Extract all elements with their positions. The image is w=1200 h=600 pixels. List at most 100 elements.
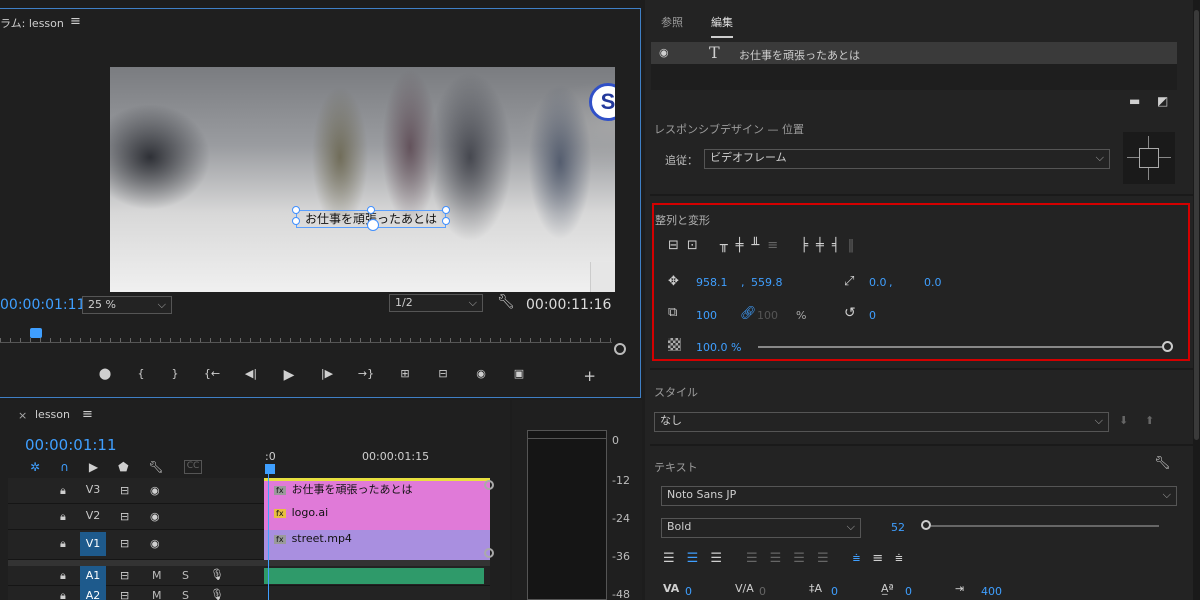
opacity-value[interactable]: 100.0 % [696, 341, 741, 354]
clip-title[interactable]: fx お仕事を頑張ったあとは [264, 478, 490, 504]
lock-icon[interactable]: 🔒︎ [60, 510, 66, 524]
solo-button[interactable]: S [182, 589, 189, 600]
captions-icon[interactable]: CC [183, 460, 203, 474]
eye-icon[interactable]: ◉ [150, 484, 160, 497]
resize-handle[interactable] [292, 206, 300, 214]
sync-lock-icon[interactable]: ⊟ [120, 537, 129, 550]
align-vertical-center-icon[interactable]: ⊟ [668, 238, 679, 253]
pin-right[interactable] [1159, 157, 1171, 158]
style-select[interactable]: なし ⌵ [654, 412, 1109, 432]
timeline-timecode[interactable]: 00:00:01:11 [25, 436, 117, 454]
lift-icon[interactable]: ⊞ [386, 367, 424, 387]
mark-in-icon[interactable]: { [124, 367, 158, 387]
resize-handle[interactable] [442, 206, 450, 214]
anchor-point-handle[interactable] [367, 219, 379, 231]
anchor-y[interactable]: 0.0 [924, 276, 942, 289]
sync-lock-icon[interactable]: ⊟ [120, 569, 129, 582]
playhead-marker[interactable] [30, 328, 42, 338]
align-bottom-icon[interactable]: ╨ [751, 238, 759, 253]
center-align-vertical-icon[interactable]: ≡ [872, 551, 883, 566]
close-icon[interactable]: × [18, 409, 27, 422]
track-name[interactable]: A2 [80, 586, 106, 600]
font-size-value[interactable]: 52 [891, 521, 905, 534]
track-name[interactable]: A1 [80, 566, 106, 586]
zoom-select[interactable]: 25 % ⌵ [82, 296, 172, 314]
font-family-select[interactable]: Noto Sans JP ⌵ [661, 486, 1177, 506]
linked-selection-icon[interactable]: ▶ [89, 460, 98, 474]
align-horizontal-center-icon[interactable]: ⊡ [687, 238, 698, 253]
resize-handle[interactable] [442, 217, 450, 225]
resize-handle[interactable] [367, 206, 375, 214]
play-icon[interactable]: ▶ [270, 367, 308, 387]
pin-left[interactable] [1127, 157, 1139, 158]
panel-scrollbar[interactable] [1193, 0, 1200, 600]
font-size-slider-thumb[interactable] [921, 520, 931, 530]
align-left-text-icon[interactable]: ☰ [663, 551, 675, 566]
clip-logo[interactable]: fx logo.ai [264, 504, 490, 530]
tab-edit[interactable]: 編集 [711, 14, 733, 38]
wrench-icon[interactable]: 🔧︎ [1154, 456, 1171, 471]
lock-icon[interactable]: 🔒︎ [60, 537, 66, 551]
pin-center[interactable] [1139, 148, 1159, 168]
layer-row[interactable]: ◉ T お仕事を頑張ったあとは [651, 42, 1177, 64]
playhead-timecode[interactable]: 00:00:01:11 [0, 297, 85, 313]
scrollbar-thumb[interactable] [1194, 10, 1199, 440]
track-a1[interactable]: 🔒︎ A1 ⊟ M S 🎙︎ [8, 566, 490, 586]
scale-value[interactable]: 100 [696, 309, 717, 322]
sequence-tab[interactable]: lesson [35, 408, 70, 421]
eye-icon[interactable]: ◉ [150, 510, 160, 523]
pin-widget[interactable] [1123, 132, 1175, 184]
sync-lock-icon[interactable]: ⊟ [120, 589, 129, 600]
pin-top[interactable] [1148, 136, 1149, 148]
snap-icon[interactable]: ∩ [60, 460, 69, 474]
opacity-slider-track[interactable] [758, 346, 1162, 348]
audio-clip[interactable] [264, 568, 484, 584]
position-x[interactable]: 958.1 [696, 276, 728, 289]
new-layer-icon[interactable]: ◩ [1157, 94, 1168, 108]
track-v2[interactable]: 🔒︎ V2 ⊟ ◉ fx logo.ai [8, 504, 490, 530]
step-back-icon[interactable]: ◀| [232, 367, 270, 387]
pin-bottom[interactable] [1148, 168, 1149, 180]
wrench-icon[interactable]: 🔧︎ [149, 460, 164, 474]
track-v1[interactable]: 🔒︎ V1 ⊟ ◉ fx street.mp4 [8, 530, 490, 560]
clip-street[interactable]: fx street.mp4 [264, 530, 490, 560]
lock-icon[interactable]: 🔒︎ [60, 589, 66, 600]
lock-icon[interactable]: 🔒︎ [60, 569, 66, 583]
align-right-text-icon[interactable]: ☰ [710, 551, 722, 566]
track-name[interactable]: V2 [80, 504, 106, 528]
hamburger-icon[interactable]: ≡ [82, 407, 93, 422]
tab-browse[interactable]: 参照 [661, 14, 683, 30]
nest-icon[interactable]: ✲ [30, 460, 40, 474]
scroll-handle[interactable] [484, 480, 494, 490]
align-center-icon[interactable]: ╪ [816, 238, 824, 253]
add-icon[interactable]: + [538, 367, 596, 387]
camera-icon[interactable]: ◉ [462, 367, 500, 387]
opacity-slider-thumb[interactable] [1162, 341, 1173, 352]
rotation-value[interactable]: 0 [869, 309, 876, 322]
eye-icon[interactable]: ◉ [659, 46, 669, 59]
leading-value[interactable]: 0 [831, 585, 838, 598]
mark-out-icon[interactable]: } [158, 367, 192, 387]
microphone-icon[interactable]: 🎙︎ [210, 588, 224, 600]
go-to-out-icon[interactable]: →} [346, 367, 386, 387]
eye-icon[interactable]: ◉ [150, 537, 160, 550]
sync-lock-icon[interactable]: ⊟ [120, 484, 129, 497]
resize-handle[interactable] [292, 217, 300, 225]
mute-button[interactable]: M [152, 569, 162, 582]
step-forward-icon[interactable]: |▶ [308, 367, 346, 387]
kerning-value[interactable]: 0 [685, 585, 692, 598]
track-name[interactable]: V3 [80, 478, 106, 502]
video-preview[interactable]: S [110, 67, 615, 292]
align-center-text-icon[interactable]: ☰ [687, 551, 699, 566]
link-icon[interactable]: 🔗︎ [740, 306, 757, 321]
hamburger-icon[interactable]: ≡ [70, 14, 81, 29]
bottom-align-icon[interactable]: ⩧ [895, 551, 903, 566]
baseline-value[interactable]: 0 [905, 585, 912, 598]
microphone-icon[interactable]: 🎙︎ [210, 568, 224, 581]
wrench-icon[interactable]: 🔧︎ [497, 294, 515, 310]
resolution-select[interactable]: 1/2 ⌵ [389, 294, 483, 312]
anchor-x[interactable]: 0.0 [869, 276, 887, 289]
align-top-icon[interactable]: ╥ [720, 238, 728, 253]
scroll-handle[interactable] [484, 548, 494, 558]
top-align-icon[interactable]: ⩧ [853, 551, 861, 566]
